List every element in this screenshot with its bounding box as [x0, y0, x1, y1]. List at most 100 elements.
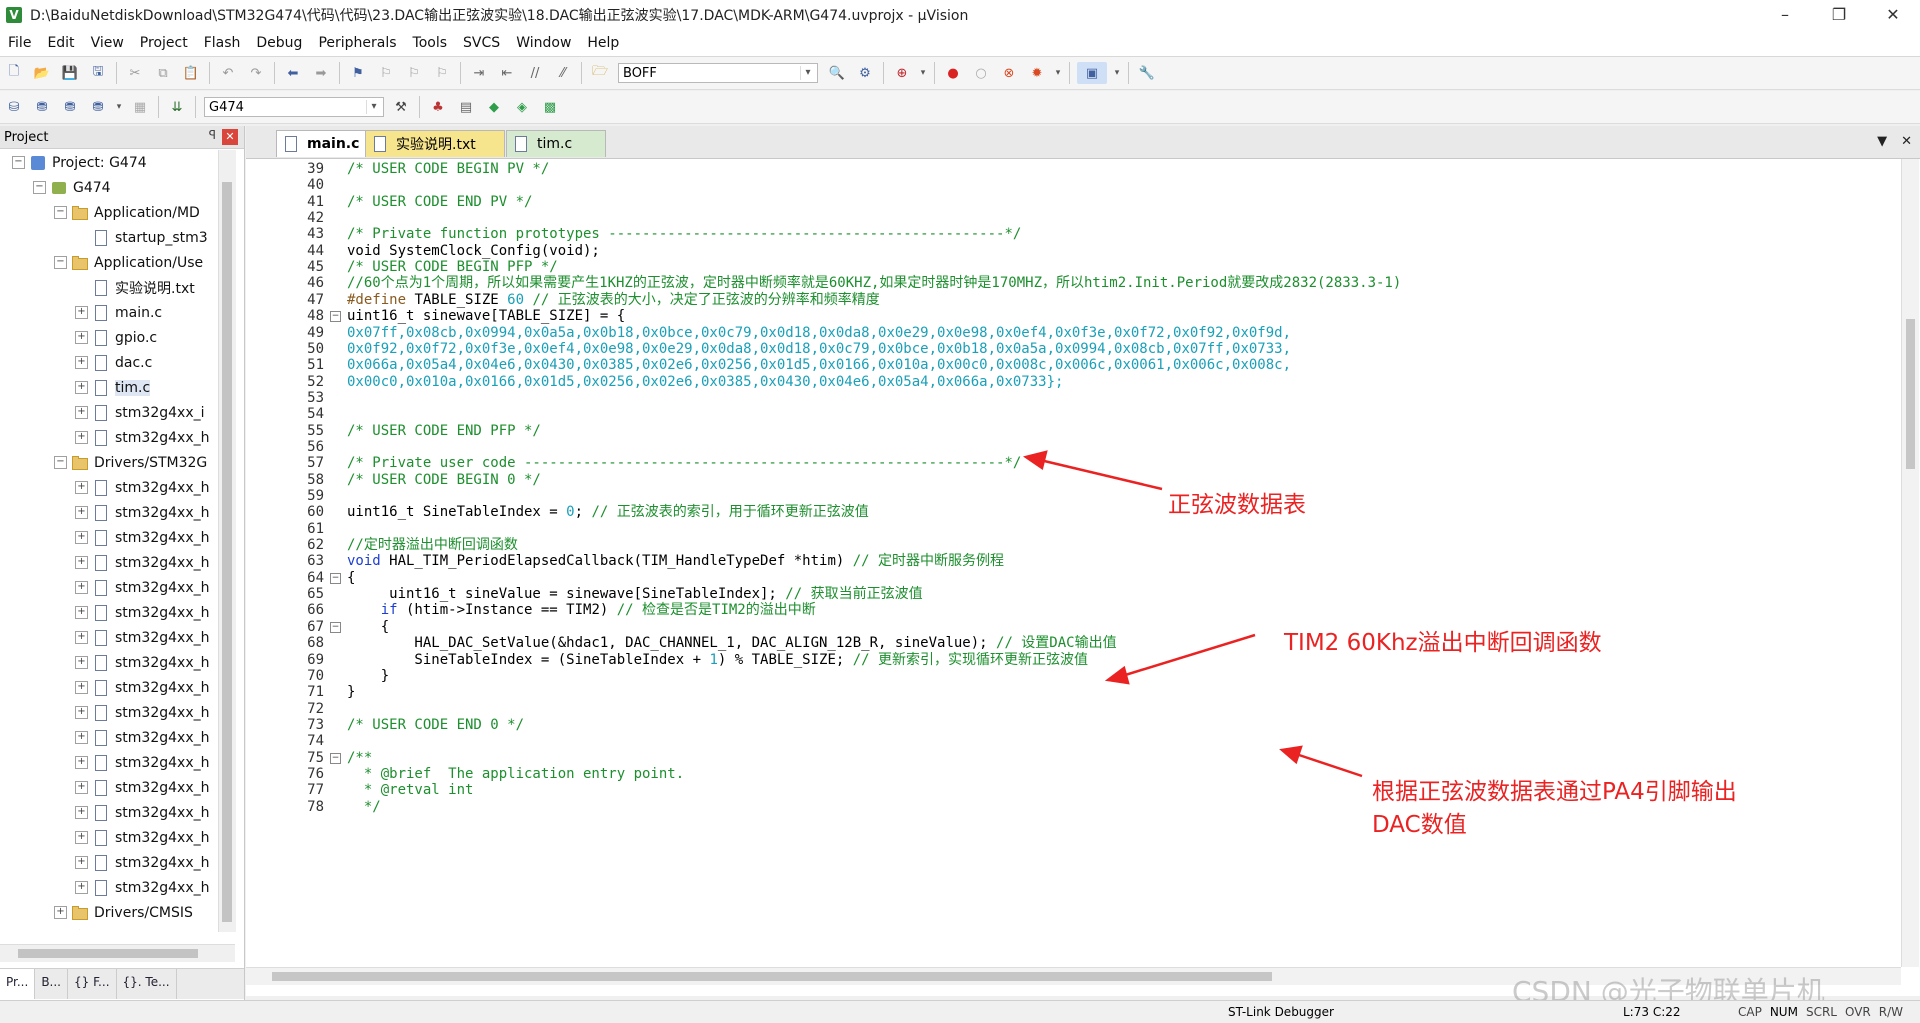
expand-icon[interactable]: +	[75, 831, 88, 844]
expand-icon[interactable]: +	[75, 556, 88, 569]
tab-functions[interactable]: {} F...	[68, 969, 117, 999]
batch-build-icon[interactable]: ⛃	[87, 96, 109, 118]
menu-flash[interactable]: Flash	[196, 35, 249, 51]
tree-item[interactable]: + stm32g4xx_i	[0, 400, 218, 425]
expand-icon[interactable]: +	[75, 656, 88, 669]
manage-project-items-icon[interactable]: ♣	[427, 96, 449, 118]
close-panel-button[interactable]: ✕	[222, 129, 238, 145]
tree-item[interactable]: + stm32g4xx_h	[0, 600, 218, 625]
expand-icon[interactable]: +	[75, 706, 88, 719]
window-layout-icon[interactable]: ▣	[1077, 62, 1107, 84]
expand-icon[interactable]: +	[75, 356, 88, 369]
tab-books[interactable]: B...	[35, 969, 68, 999]
chevron-down-icon[interactable]: ▾	[115, 96, 123, 118]
tree-item[interactable]: − Project: G474	[0, 150, 218, 175]
scrollbar-thumb[interactable]	[18, 949, 198, 958]
tab-project[interactable]: Pr...	[0, 969, 36, 999]
tree-item[interactable]: + stm32g4xx_h	[0, 650, 218, 675]
rebuild-icon[interactable]: ⛃	[59, 96, 81, 118]
tree-item[interactable]: + stm32g4xx_h	[0, 675, 218, 700]
tree-item[interactable]: + stm32g4xx_h	[0, 775, 218, 800]
select-packs-icon[interactable]: ▤	[455, 96, 477, 118]
chevron-down-icon[interactable]: ▾	[919, 62, 927, 84]
tree-item[interactable]: + stm32g4xx_h	[0, 875, 218, 900]
redo-icon[interactable]: ↷	[245, 62, 267, 84]
menu-file[interactable]: File	[0, 35, 39, 51]
expand-icon[interactable]: +	[75, 581, 88, 594]
tree-item[interactable]: + stm32g4xx_h	[0, 800, 218, 825]
tree-item[interactable]: + stm32g4xx_h	[0, 725, 218, 750]
download-icon[interactable]: ⇊	[166, 96, 188, 118]
tree-item[interactable]: + stm32g4xx_h	[0, 750, 218, 775]
tree-item[interactable]: CMSIS	[0, 925, 218, 931]
collapse-icon[interactable]: −	[54, 456, 67, 469]
copy-icon[interactable]: ⧉	[152, 62, 174, 84]
tree-item[interactable]: + stm32g4xx_h	[0, 525, 218, 550]
tree-item[interactable]: + tim.c	[0, 375, 218, 400]
menu-window[interactable]: Window	[508, 35, 579, 51]
expand-icon[interactable]: +	[54, 906, 67, 919]
tab-list-icon[interactable]: ▼	[1877, 134, 1887, 149]
expand-icon[interactable]: +	[75, 606, 88, 619]
fold-toggle-icon[interactable]: −	[330, 572, 341, 584]
target-options-icon[interactable]: ⚒	[390, 96, 412, 118]
disable-all-breakpoints-icon[interactable]: ⊗	[998, 62, 1020, 84]
expand-icon[interactable]: +	[75, 806, 88, 819]
expand-icon[interactable]: +	[75, 481, 88, 494]
expand-icon[interactable]: +	[75, 331, 88, 344]
save-icon[interactable]: 💾	[59, 62, 81, 84]
menu-view[interactable]: View	[83, 35, 132, 51]
kill-breakpoints-icon[interactable]: ✹	[1026, 62, 1048, 84]
scrollbar-thumb[interactable]	[222, 182, 232, 922]
menu-tools[interactable]: Tools	[405, 35, 456, 51]
menu-edit[interactable]: Edit	[39, 35, 82, 51]
collapse-icon[interactable]: −	[54, 256, 67, 269]
indent-icon[interactable]: ⇥	[468, 62, 490, 84]
pin-icon[interactable]: ꟼ	[209, 128, 216, 142]
collapse-icon[interactable]: −	[12, 156, 25, 169]
editor-vertical-scrollbar[interactable]	[1901, 159, 1919, 967]
undo-icon[interactable]: ↶	[217, 62, 239, 84]
debug-session-icon[interactable]: ⊕	[891, 62, 913, 84]
tree-item[interactable]: + stm32g4xx_h	[0, 500, 218, 525]
chevron-down-icon[interactable]: ▾	[366, 100, 381, 114]
tree-item[interactable]: + stm32g4xx_h	[0, 700, 218, 725]
nav-back-icon[interactable]: ⬅	[282, 62, 304, 84]
menu-project[interactable]: Project	[132, 35, 196, 51]
stop-build-icon[interactable]: ▦	[129, 96, 151, 118]
tree-item[interactable]: + stm32g4xx_h	[0, 425, 218, 450]
tree-horizontal-scrollbar[interactable]	[0, 944, 235, 962]
unindent-icon[interactable]: ⇤	[496, 62, 518, 84]
paste-icon[interactable]: 📋	[180, 62, 202, 84]
collapse-icon[interactable]: −	[54, 206, 67, 219]
tab-readme-txt[interactable]: 实验说明.txt	[365, 130, 505, 157]
tree-item[interactable]: + stm32g4xx_h	[0, 825, 218, 850]
expand-icon[interactable]: +	[75, 881, 88, 894]
fold-toggle-icon[interactable]: −	[330, 752, 341, 764]
comment-icon[interactable]: //	[524, 62, 546, 84]
tree-item[interactable]: − Drivers/STM32G	[0, 450, 218, 475]
uncomment-icon[interactable]: ⁄⁄	[552, 62, 574, 84]
manage-rte-icon[interactable]: ◆	[483, 96, 505, 118]
tree-item[interactable]: + dac.c	[0, 350, 218, 375]
tree-item[interactable]: startup_stm3	[0, 225, 218, 250]
menu-svcs[interactable]: SVCS	[455, 35, 508, 51]
code-editor[interactable]: 39/* USER CODE BEGIN PV */40 41/* USER CO…	[246, 159, 1901, 967]
prev-bookmark-icon[interactable]: ⚐	[375, 62, 397, 84]
breakpoint-icon[interactable]: ●	[942, 62, 964, 84]
find-combo[interactable]: BOFF ▾	[618, 63, 818, 83]
tree-item[interactable]: + stm32g4xx_h	[0, 550, 218, 575]
tree-item[interactable]: + gpio.c	[0, 325, 218, 350]
expand-icon[interactable]: +	[75, 756, 88, 769]
find-in-files-icon[interactable]: 🗁	[589, 62, 611, 84]
chevron-down-icon[interactable]: ▾	[1054, 62, 1062, 84]
clear-bookmarks-icon[interactable]: ⚐	[431, 62, 453, 84]
chevron-down-icon[interactable]: ▾	[1113, 62, 1121, 84]
menu-peripherals[interactable]: Peripherals	[310, 35, 404, 51]
disable-breakpoint-icon[interactable]: ○	[970, 62, 992, 84]
close-button[interactable]: ✕	[1866, 0, 1920, 29]
tab-tim-c[interactable]: tim.c	[506, 130, 606, 157]
close-tab-icon[interactable]: ✕	[1901, 134, 1912, 149]
tree-item[interactable]: + stm32g4xx_h	[0, 575, 218, 600]
scrollbar-thumb[interactable]	[272, 972, 1272, 981]
